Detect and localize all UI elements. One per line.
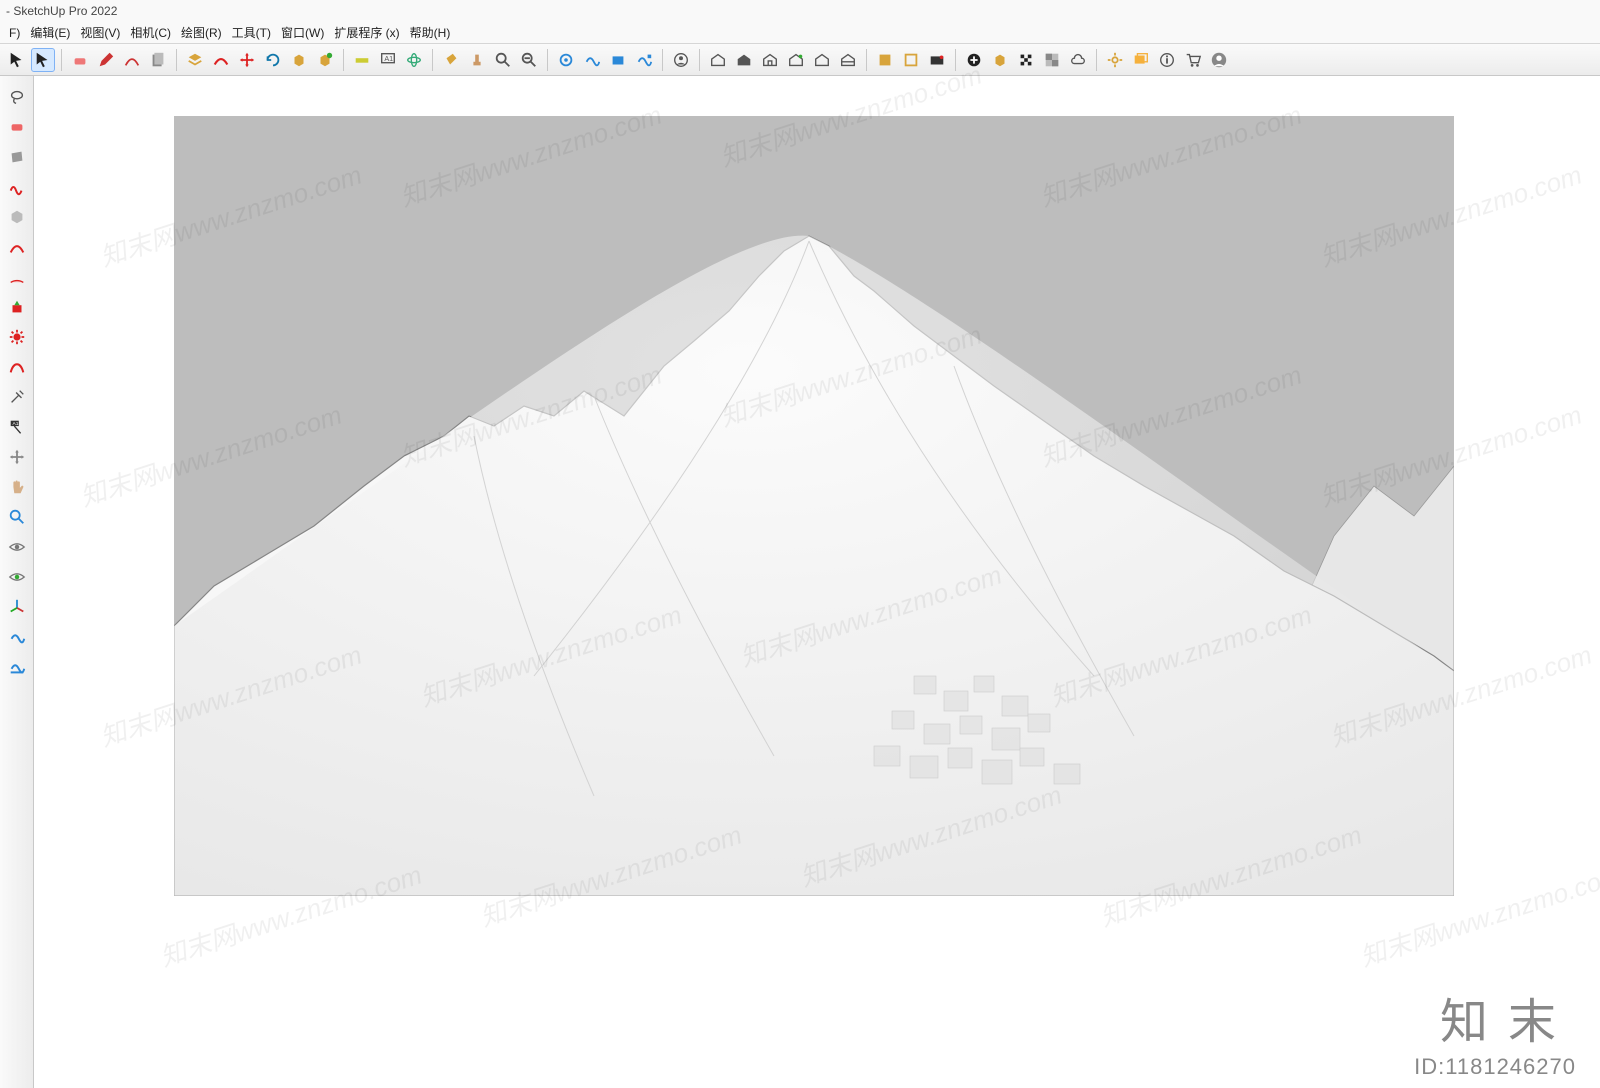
- cursor-icon[interactable]: [5, 48, 29, 72]
- toolbar-separator: [1096, 49, 1097, 71]
- lasso-icon[interactable]: [4, 84, 30, 110]
- zoom-out-icon[interactable]: [517, 48, 541, 72]
- menu-edit[interactable]: 编辑(E): [25, 23, 75, 42]
- cart-icon[interactable]: [1181, 48, 1205, 72]
- zoom-in-icon[interactable]: [491, 48, 515, 72]
- menu-file[interactable]: F): [4, 25, 25, 41]
- orbit-icon[interactable]: [402, 48, 426, 72]
- toolbar-separator: [662, 49, 663, 71]
- arc-icon[interactable]: [120, 48, 144, 72]
- axes-icon[interactable]: [4, 594, 30, 620]
- cloud-icon[interactable]: [1066, 48, 1090, 72]
- toolbar-separator: [547, 49, 548, 71]
- toolbar-separator: [61, 49, 62, 71]
- flag-checker-icon[interactable]: [1014, 48, 1038, 72]
- section-blue2-icon[interactable]: [4, 654, 30, 680]
- cube-new-icon[interactable]: [287, 48, 311, 72]
- app-title: - SketchUp Pro 2022: [6, 4, 117, 18]
- plugin-a-icon[interactable]: [554, 48, 578, 72]
- ext-b-icon[interactable]: [899, 48, 923, 72]
- text-box-icon[interactable]: A1: [376, 48, 400, 72]
- toolbar-separator: [699, 49, 700, 71]
- rotate-icon[interactable]: [261, 48, 285, 72]
- move-handle-icon[interactable]: [4, 444, 30, 470]
- eraser-icon[interactable]: [68, 48, 92, 72]
- menu-tools[interactable]: 工具(T): [227, 23, 276, 42]
- hexagon-icon[interactable]: [4, 204, 30, 230]
- bucket-icon[interactable]: [439, 48, 463, 72]
- arc-red-icon[interactable]: [4, 234, 30, 260]
- section-blue-icon[interactable]: [4, 624, 30, 650]
- eye-icon[interactable]: [4, 534, 30, 560]
- pin-icon[interactable]: [4, 384, 30, 410]
- quad-gray-icon[interactable]: [4, 144, 30, 170]
- watermark-id: ID:1181246270: [1414, 1054, 1576, 1080]
- warehouse1-icon[interactable]: [706, 48, 730, 72]
- tape-icon[interactable]: [350, 48, 374, 72]
- menu-draw[interactable]: 绘图(R): [176, 23, 227, 42]
- cursor2-icon[interactable]: [31, 48, 55, 72]
- gear-red-icon[interactable]: [4, 324, 30, 350]
- main-toolbar: A1: [0, 44, 1600, 76]
- warehouse4-icon[interactable]: [784, 48, 808, 72]
- watermark-brand: 知末: [1440, 982, 1576, 1052]
- stack-icon[interactable]: [183, 48, 207, 72]
- toolbar-separator: [176, 49, 177, 71]
- squiggle-red-icon[interactable]: [4, 174, 30, 200]
- menu-view[interactable]: 视图(V): [75, 23, 125, 42]
- avatar-icon[interactable]: [1207, 48, 1231, 72]
- user-circle-icon[interactable]: [669, 48, 693, 72]
- side-toolbar: A1: [0, 76, 34, 1088]
- red-curve-icon[interactable]: [209, 48, 233, 72]
- curve-red-icon[interactable]: [4, 354, 30, 380]
- move-icon[interactable]: [235, 48, 259, 72]
- menu-window[interactable]: 窗口(W): [276, 23, 329, 42]
- pencil-icon[interactable]: [94, 48, 118, 72]
- menu-camera[interactable]: 相机(C): [125, 23, 176, 42]
- title-bar: - SketchUp Pro 2022: [0, 0, 1600, 22]
- svg-text:A1: A1: [384, 53, 393, 62]
- toolbar-separator: [432, 49, 433, 71]
- viewport[interactable]: 知末网www.znzmo.com 知末网www.znzmo.com 知末网www…: [34, 76, 1600, 1088]
- info-icon[interactable]: [1155, 48, 1179, 72]
- warehouse5-icon[interactable]: [810, 48, 834, 72]
- push-red-icon[interactable]: [4, 294, 30, 320]
- terrain-model: [174, 116, 1454, 896]
- eraser-red-icon[interactable]: [4, 114, 30, 140]
- toolbar-separator: [343, 49, 344, 71]
- stamp-icon[interactable]: [465, 48, 489, 72]
- settings-gear-icon[interactable]: [1103, 48, 1127, 72]
- cube-paste-icon[interactable]: [313, 48, 337, 72]
- plugin-b-icon[interactable]: [580, 48, 604, 72]
- ext-a-icon[interactable]: [873, 48, 897, 72]
- warehouse6-icon[interactable]: [836, 48, 860, 72]
- toolbar-separator: [866, 49, 867, 71]
- warehouse3-icon[interactable]: [758, 48, 782, 72]
- window-layers-icon[interactable]: [1129, 48, 1153, 72]
- warehouse2-icon[interactable]: [732, 48, 756, 72]
- menu-ext[interactable]: 扩展程序 (x): [329, 23, 404, 42]
- plugin-d-icon[interactable]: [632, 48, 656, 72]
- sheet-icon[interactable]: [146, 48, 170, 72]
- magnifier-icon[interactable]: [4, 504, 30, 530]
- record-cube-icon[interactable]: [988, 48, 1012, 72]
- menu-help[interactable]: 帮助(H): [405, 23, 456, 42]
- eye2-icon[interactable]: [4, 564, 30, 590]
- texture-icon[interactable]: [1040, 48, 1064, 72]
- menu-bar: F) 编辑(E) 视图(V) 相机(C) 绘图(R) 工具(T) 窗口(W) 扩…: [0, 22, 1600, 44]
- plugin-c-icon[interactable]: [606, 48, 630, 72]
- hand-icon[interactable]: [4, 474, 30, 500]
- arc-red2-icon[interactable]: [4, 264, 30, 290]
- svg-text:A1: A1: [12, 421, 18, 427]
- label-flag-icon[interactable]: A1: [4, 414, 30, 440]
